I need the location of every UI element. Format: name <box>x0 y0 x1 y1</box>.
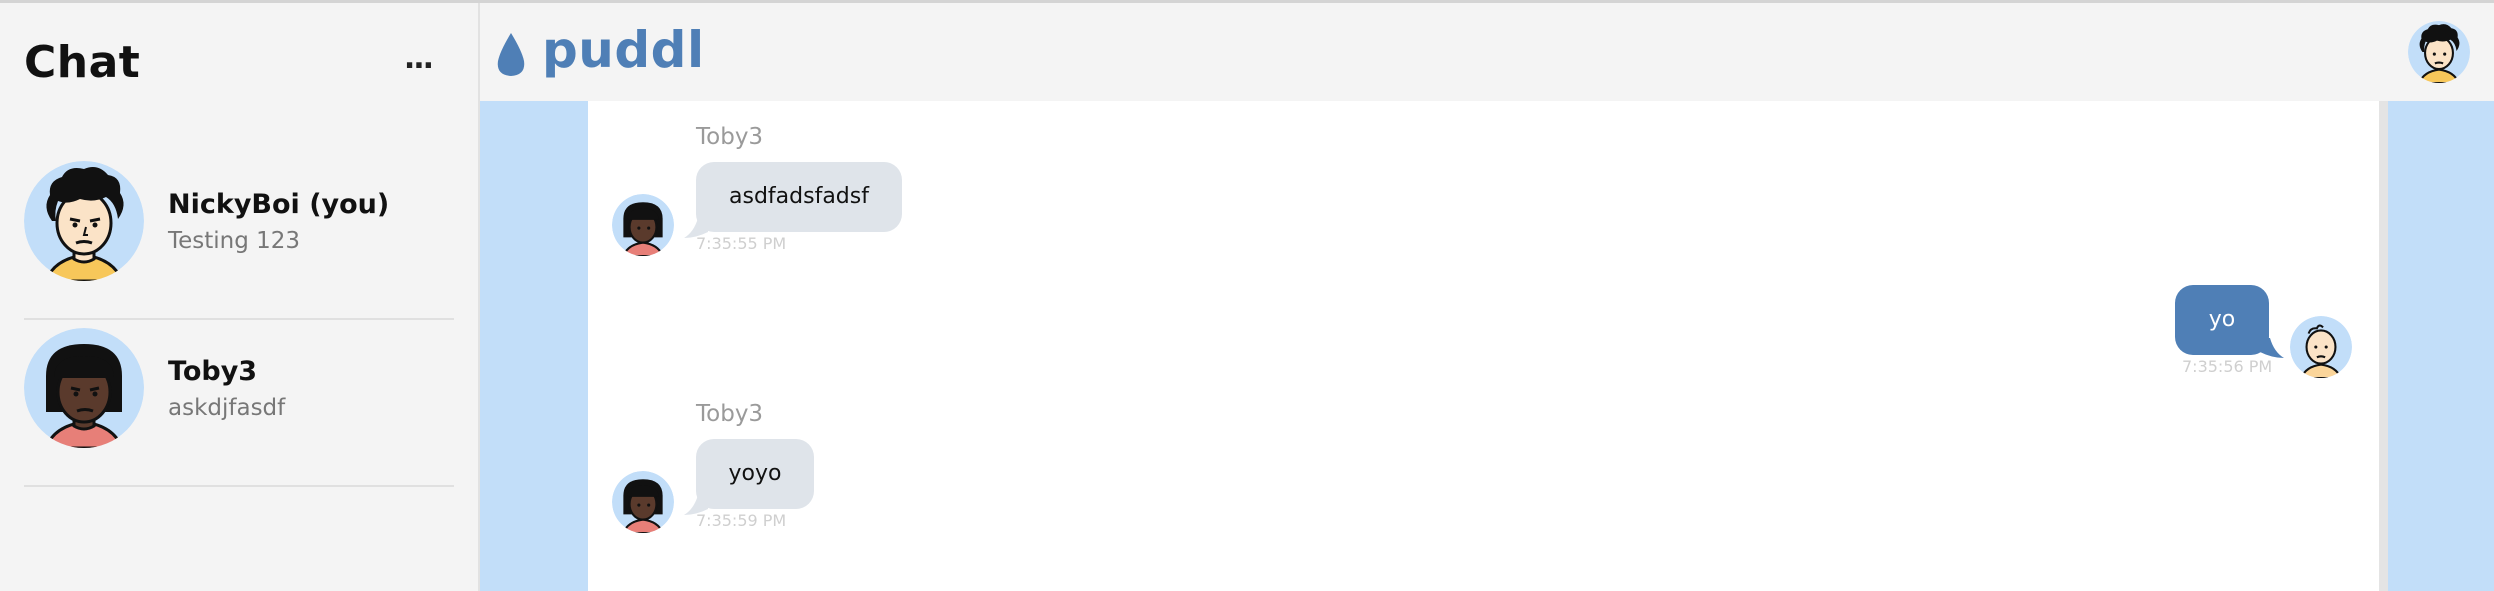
more-options-button[interactable]: ... <box>396 44 440 81</box>
my-avatar-icon[interactable] <box>2290 316 2352 378</box>
sidebar-title: Chat <box>24 37 141 88</box>
conversation-item-toby3[interactable]: Toby3 askdjfasdf <box>0 320 478 487</box>
message-timestamp: 7:35:59 PM <box>696 511 787 530</box>
conversation-preview: Testing 123 <box>168 228 301 254</box>
sender-avatar-icon[interactable] <box>612 471 674 533</box>
conversation-list: NickyBoi (you) Testing 123 Toby3 askdjfa… <box>0 153 478 487</box>
sender-avatar-icon[interactable] <box>612 194 674 256</box>
conversation-sidebar: Chat ... NickyBoi (you) Testing 123 Toby… <box>0 3 480 591</box>
user-avatar-icon[interactable] <box>2408 21 2470 83</box>
chat-scrollbar[interactable] <box>2379 101 2388 591</box>
message-bubble[interactable]: yo <box>2175 285 2269 355</box>
message-bubble[interactable]: asdfadsfadsf <box>696 162 902 232</box>
divider <box>24 485 454 487</box>
message-sender: Toby3 <box>696 401 764 427</box>
conversation-name: NickyBoi (you) <box>168 189 390 220</box>
app-name: puddl <box>542 21 705 79</box>
message-timestamp: 7:35:55 PM <box>696 234 787 253</box>
app-header: puddl <box>480 3 2494 103</box>
conversation-name: Toby3 <box>168 356 258 387</box>
bubble-tail <box>2260 338 2284 358</box>
message-bubble[interactable]: yoyo <box>696 439 814 509</box>
conversation-item-nickyboi[interactable]: NickyBoi (you) Testing 123 <box>0 153 478 320</box>
bob-hair-avatar-icon <box>24 328 144 448</box>
curly-hair-avatar-icon <box>24 161 144 281</box>
message-sender: Toby3 <box>696 124 764 150</box>
conversation-preview: askdjfasdf <box>168 395 286 421</box>
message-timestamp: 7:35:56 PM <box>2182 357 2273 376</box>
water-drop-icon <box>497 33 525 76</box>
